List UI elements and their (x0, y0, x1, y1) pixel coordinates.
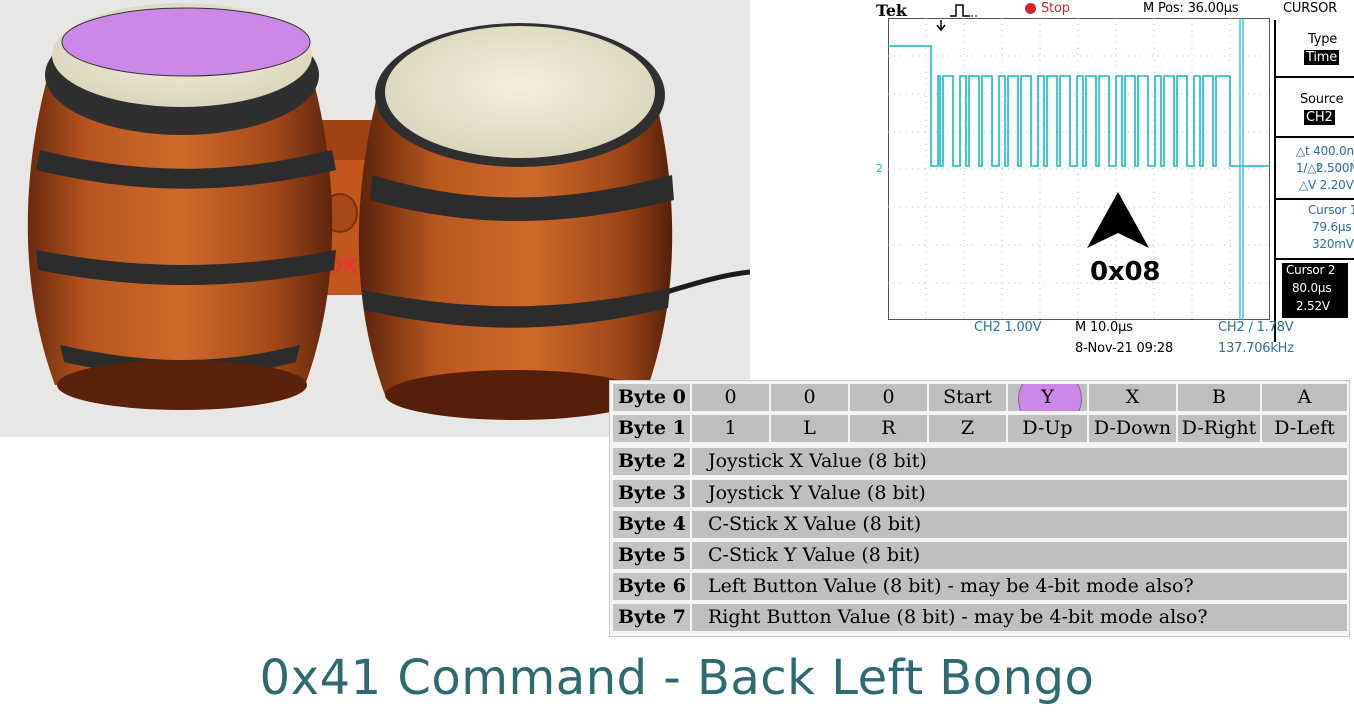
cursor-2-value: 2.52V (1296, 299, 1330, 313)
row-header: Byte 3 (613, 480, 690, 507)
table-row-byte-1: Byte 1 1 L R Z D-Up D-Down D-Right D-Lef… (610, 412, 1351, 443)
bit-cell: B (1178, 384, 1260, 411)
highlight-ellipse (61, 7, 311, 77)
byte-map-table: Byte 0 0 0 0 Start Y X B A Byte 1 1 L R … (609, 380, 1350, 637)
cursor-1-value: 320mV (1312, 237, 1354, 251)
bongo-controller-photo: DK (0, 0, 750, 437)
right-drum (358, 23, 674, 420)
table-row-byte-3: Byte 3 Joystick Y Value (8 bit) (610, 477, 1351, 508)
source-label: Source (1300, 92, 1344, 107)
slide-caption: 0x41 Command - Back Left Bongo (259, 650, 1095, 706)
row-header: Byte 6 (613, 573, 690, 600)
bit-cell: R (850, 415, 927, 442)
byte-description: Left Button Value (8 bit) - may be 4-bit… (692, 573, 1347, 600)
table-row-byte-4: Byte 4 C-Stick X Value (8 bit) (610, 508, 1351, 539)
left-drum (27, 3, 336, 410)
cursor-1-label: Cursor 1 (1308, 203, 1354, 217)
table-row-byte-2: Byte 2 Joystick X Value (8 bit) (610, 445, 1351, 476)
bongo-illustration: DK (0, 0, 750, 437)
byte-description: C-Stick X Value (8 bit) (692, 511, 1347, 538)
row-header: Byte 1 (613, 415, 690, 442)
time-scale: M 10.0µs (1075, 320, 1133, 335)
type-value-button[interactable]: Time (1304, 50, 1340, 65)
bit-cell: D-Up (1008, 415, 1087, 442)
row-header: Byte 4 (613, 511, 690, 538)
delta-frequency: 2.500MHz (1316, 161, 1354, 175)
bit-cell: Z (929, 415, 1006, 442)
cursor-menu: Type Time Source CH2 △t 400.0ns 1/△t 2.5… (1274, 20, 1354, 362)
horizontal-position: M Pos: 36.00µs (1143, 1, 1239, 16)
cursor-2-label: Cursor 2 (1286, 263, 1336, 277)
trigger-edge-icon (950, 4, 977, 17)
oscilloscope-screenshot: Tek Stop M Pos: 36.00µs CURSOR 2 0x08 Ty… (750, 0, 1354, 362)
timestamp: 8-Nov-21 09:28 (1075, 341, 1174, 356)
table-row-byte-6: Byte 6 Left Button Value (8 bit) - may b… (610, 570, 1351, 601)
channel-2-marker: 2 (876, 162, 883, 175)
acquisition-status: Stop (1041, 1, 1070, 16)
byte-description: C-Stick Y Value (8 bit) (692, 542, 1347, 569)
delta-time: △t 400.0ns (1296, 144, 1354, 158)
bit-cell-y: Y (1008, 384, 1087, 411)
delta-voltage: △V 2.20V (1299, 178, 1354, 192)
bit-cell: 0 (850, 384, 927, 411)
marker-arrow-icon (1087, 192, 1149, 248)
row-header: Byte 0 (613, 384, 690, 411)
type-label: Type (1308, 32, 1338, 47)
cursor-1-time: 79.6µs (1312, 220, 1352, 234)
byte-description: Joystick X Value (8 bit) (692, 448, 1347, 475)
bit-cell: A (1262, 384, 1347, 411)
row-header: Byte 2 (613, 448, 690, 475)
bit-cell: D-Left (1262, 415, 1347, 442)
bit-cell: X (1089, 384, 1176, 411)
scope-graticule (888, 18, 1270, 320)
marker-label: 0x08 (1090, 257, 1161, 287)
stop-indicator-icon (1025, 3, 1036, 14)
trigger-frequency: 137.706kHz (1218, 341, 1294, 356)
table-row-byte-7: Byte 7 Right Button Value (8 bit) - may … (610, 601, 1351, 632)
byte-description: Right Button Value (8 bit) - may be 4-bi… (692, 604, 1347, 631)
bit-cell: D-Right (1178, 415, 1260, 442)
bit-cell: L (771, 415, 848, 442)
menu-title: CURSOR (1283, 1, 1337, 16)
table-row-byte-0: Byte 0 0 0 0 Start Y X B A (610, 381, 1351, 412)
bit-cell: 0 (692, 384, 769, 411)
trigger-level: CH2 ∕ 1.78V (1218, 320, 1294, 335)
table-row-byte-5: Byte 5 C-Stick Y Value (8 bit) (610, 539, 1351, 570)
channel-scale: CH2 1.00V (974, 320, 1042, 335)
row-header: Byte 5 (613, 542, 690, 569)
bit-cell: 1 (692, 415, 769, 442)
byte-description: Joystick Y Value (8 bit) (692, 480, 1347, 507)
bit-label: Y (1041, 386, 1054, 408)
bit-cell: 0 (771, 384, 848, 411)
row-header: Byte 7 (613, 604, 690, 631)
bit-cell: D-Down (1089, 415, 1176, 442)
cursor-2-time: 80.0µs (1292, 281, 1332, 295)
bit-cell: Start (929, 384, 1006, 411)
source-value-button[interactable]: CH2 (1304, 110, 1335, 125)
